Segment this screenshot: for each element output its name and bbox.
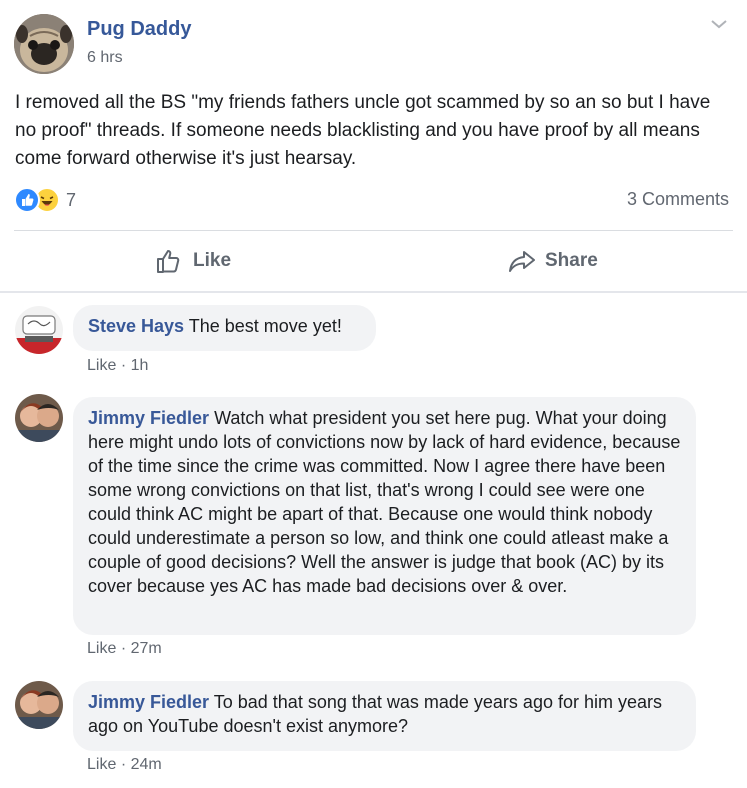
commenter-name[interactable]: Jimmy Fiedler: [88, 408, 209, 428]
divider: [0, 291, 747, 293]
like-reaction-icon: [14, 187, 40, 213]
post-author-name[interactable]: Pug Daddy: [87, 18, 191, 41]
comment-bubble: Jimmy Fiedler Watch what president you s…: [73, 397, 696, 635]
comment-like-link[interactable]: Like: [87, 756, 116, 773]
share-button[interactable]: Share: [507, 244, 598, 278]
reaction-count: 7: [66, 189, 77, 210]
meta-separator: ·: [120, 640, 127, 657]
divider: [14, 230, 733, 231]
post-text: I removed all the BS "my friends fathers…: [15, 92, 711, 169]
comment-text: The best move yet!: [188, 316, 342, 336]
comment-time[interactable]: 1h: [131, 357, 149, 374]
meta-separator: ·: [120, 756, 127, 773]
comment-bubble: Jimmy Fiedler To bad that song that was …: [73, 681, 696, 751]
comment-meta: Like · 27m: [87, 640, 162, 658]
like-button-label: Like: [193, 250, 232, 271]
comment-meta: Like · 1h: [87, 357, 148, 375]
post-header: Pug Daddy 6 hrs: [0, 0, 747, 90]
share-arrow-icon: [509, 251, 535, 272]
commenter-avatar[interactable]: [15, 681, 63, 729]
like-button[interactable]: Like: [155, 244, 231, 278]
chevron-down-icon[interactable]: [709, 16, 729, 32]
author-avatar[interactable]: [14, 14, 74, 74]
reactions-summary[interactable]: 7: [14, 187, 77, 213]
comment-text: Watch what president you set here pug. W…: [88, 408, 681, 596]
comments-count-link[interactable]: 3 Comments: [627, 189, 729, 210]
thumbs-up-icon: [157, 250, 180, 273]
comment-meta: Like · 24m: [87, 756, 162, 774]
post-timestamp[interactable]: 6 hrs: [87, 49, 123, 67]
commenter-avatar[interactable]: [15, 306, 63, 354]
comment-like-link[interactable]: Like: [87, 640, 116, 657]
commenter-name[interactable]: Steve Hays: [88, 316, 184, 336]
meta-separator: ·: [120, 357, 127, 374]
comment-bubble: Steve Hays The best move yet!: [73, 305, 376, 351]
commenter-name[interactable]: Jimmy Fiedler: [88, 692, 209, 712]
comment-time[interactable]: 24m: [131, 756, 162, 773]
share-button-label: Share: [545, 250, 598, 271]
comment-time[interactable]: 27m: [131, 640, 162, 657]
comment-like-link[interactable]: Like: [87, 357, 116, 374]
commenter-avatar[interactable]: [15, 394, 63, 442]
post: Pug Daddy 6 hrs I removed all the BS "my…: [0, 0, 747, 773]
